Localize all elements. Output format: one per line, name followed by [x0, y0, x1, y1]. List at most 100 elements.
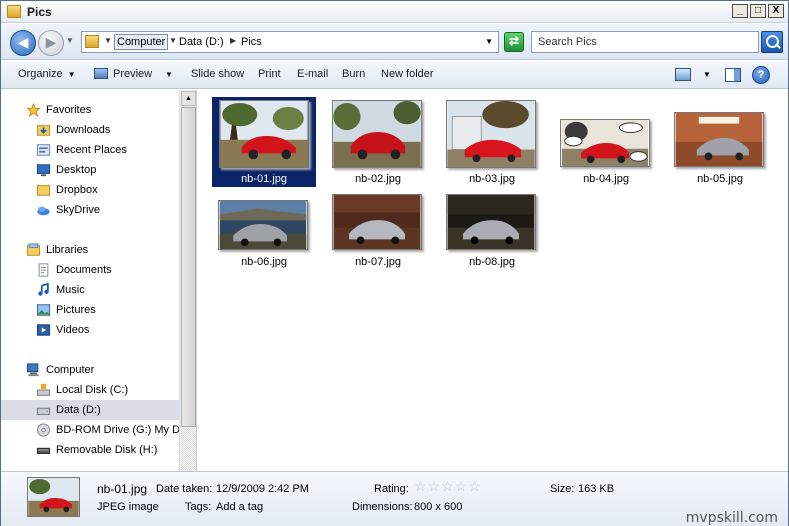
nav-bdrom-drive[interactable]: BD-ROM Drive (G:) My Dis	[1, 420, 188, 440]
nav-removable-disk[interactable]: Removable Disk (H:)	[1, 440, 179, 460]
organize-button[interactable]: Organize ▼	[18, 68, 76, 80]
address-history-chevron-down-icon[interactable]: ▼	[485, 37, 493, 46]
nav-downloads[interactable]: Downloads	[1, 120, 179, 140]
skydrive-icon	[37, 206, 50, 216]
nav-recent-places[interactable]: Recent Places	[1, 140, 179, 160]
print-button[interactable]: Print	[258, 68, 281, 80]
details-thumbnail	[27, 477, 80, 517]
search-placeholder: Search Pics	[538, 36, 597, 48]
nav-label: Favorites	[46, 104, 92, 116]
nav-desktop[interactable]: Desktop	[1, 160, 179, 180]
file-thumbnail-nb-03[interactable]: nb-03.jpg	[440, 97, 544, 187]
nav-label: Documents	[56, 264, 112, 276]
file-thumbnail-nb-08[interactable]: nb-08.jpg	[440, 187, 544, 277]
pictures-icon	[36, 304, 51, 316]
title-bar[interactable]: Pics _ □ X	[1, 1, 788, 23]
dimensions-value: 800 x 600	[414, 501, 463, 513]
nav-label: SkyDrive	[56, 204, 101, 216]
nav-label: Videos	[56, 324, 90, 336]
breadcrumb-pics[interactable]: Pics	[241, 35, 262, 49]
nav-label: Dropbox	[56, 184, 98, 196]
file-thumbnail-nb-02[interactable]: nb-02.jpg	[326, 97, 430, 187]
preview-button[interactable]: Preview	[94, 68, 152, 80]
photo-thumbnail	[446, 100, 536, 168]
window-controls: _ □ X	[732, 4, 784, 18]
nav-documents[interactable]: Documents	[1, 260, 179, 280]
star-icon[interactable]: ☆	[414, 478, 427, 495]
file-thumbnail-nb-06[interactable]: nb-06.jpg	[212, 187, 316, 277]
command-bar: Organize ▼ Preview ▼ Slide show Print E-m…	[1, 61, 788, 89]
removable-disk-icon	[36, 447, 51, 454]
chevron-right-icon[interactable]: ▼	[104, 36, 112, 45]
details-file-name: nb-01.jpg	[97, 482, 148, 496]
refresh-button[interactable]: ⇄	[504, 32, 524, 52]
chevron-right-icon[interactable]: ▶	[230, 36, 236, 45]
preview-icon	[94, 68, 108, 79]
back-button[interactable]: ◀	[10, 30, 36, 56]
nav-local-disk[interactable]: Local Disk (C:)	[1, 380, 179, 400]
breadcrumb-computer[interactable]: Computer	[114, 34, 169, 50]
dropbox-folder-icon	[36, 185, 51, 196]
videos-icon	[36, 324, 51, 336]
nav-label: Recent Places	[56, 144, 127, 156]
chevron-right-icon[interactable]: ▼	[169, 36, 177, 45]
tags-label: Tags:	[185, 501, 212, 513]
maximize-button[interactable]: □	[750, 4, 766, 18]
folder-icon	[85, 35, 99, 48]
nav-music[interactable]: Music	[1, 280, 179, 300]
date-taken-value[interactable]: 12/9/2009 2:42 PM	[216, 483, 309, 495]
nav-videos[interactable]: Videos	[1, 320, 179, 340]
help-icon[interactable]: ?	[752, 66, 770, 84]
search-icon[interactable]	[761, 31, 783, 53]
scroll-track[interactable]	[181, 428, 196, 470]
slideshow-button[interactable]: Slide show	[191, 68, 244, 80]
documents-icon	[38, 263, 49, 277]
file-thumbnail-nb-07[interactable]: nb-07.jpg	[326, 187, 430, 277]
file-name: nb-05.jpg	[697, 173, 743, 185]
minimize-button[interactable]: _	[732, 4, 748, 18]
email-button[interactable]: E-mail	[297, 68, 328, 80]
hard-drive-icon	[36, 407, 51, 415]
file-thumbnail-nb-04[interactable]: nb-04.jpg	[554, 97, 658, 187]
address-bar[interactable]: ▼ Computer ▼ Data (D:) ▶ Pics ▼	[81, 31, 499, 53]
recent-pages-chevron-down-icon[interactable]: ▼	[66, 36, 74, 45]
file-thumbnail-nb-01[interactable]: nb-01.jpg	[212, 97, 316, 187]
star-icon[interactable]: ☆	[428, 478, 441, 495]
nav-libraries[interactable]: Libraries	[1, 240, 179, 260]
change-view-icon[interactable]	[675, 68, 691, 81]
file-thumbnail-nb-05[interactable]: nb-05.jpg	[668, 97, 772, 187]
recent-places-icon	[36, 144, 51, 156]
watermark: mvpskill.com	[685, 510, 778, 526]
star-icon[interactable]: ☆	[441, 478, 454, 495]
nav-scrollbar[interactable]: ▲	[179, 90, 196, 471]
nav-dropbox[interactable]: Dropbox	[1, 180, 179, 200]
nav-label: Music	[56, 284, 85, 296]
rating-stars[interactable]: ☆☆☆☆☆	[414, 478, 482, 495]
dimensions-label: Dimensions:	[352, 501, 413, 513]
preview-pane-icon[interactable]	[725, 68, 741, 82]
organize-label: Organize	[18, 68, 63, 80]
search-input[interactable]: Search Pics	[531, 31, 759, 53]
nav-computer[interactable]: Computer	[1, 360, 179, 380]
forward-button[interactable]: ▶	[38, 30, 64, 56]
address-row: ◀ ▶ ▼ ▼ Computer ▼ Data (D:) ▶ Pics ▼ ⇄ …	[1, 24, 788, 60]
star-icon[interactable]: ☆	[455, 478, 468, 495]
burn-button[interactable]: Burn	[342, 68, 365, 80]
folder-icon	[7, 5, 21, 18]
nav-pictures[interactable]: Pictures	[1, 300, 179, 320]
star-icon[interactable]: ☆	[468, 478, 481, 495]
nav-favorites[interactable]: Favorites	[1, 100, 179, 120]
nav-skydrive[interactable]: SkyDrive	[1, 200, 179, 220]
file-list[interactable]: nb-01.jpg nb-02.jpg nb-03.jpg nb-04.jpg …	[198, 90, 788, 471]
new-folder-button[interactable]: New folder	[381, 68, 434, 80]
scroll-thumb[interactable]	[181, 107, 196, 427]
breadcrumb-data[interactable]: Data (D:)	[179, 35, 224, 49]
view-chevron-down-icon[interactable]: ▼	[703, 70, 711, 79]
nav-label: Data (D:)	[56, 404, 101, 416]
tags-value[interactable]: Add a tag	[216, 501, 263, 513]
nav-data-drive[interactable]: Data (D:)	[1, 400, 179, 420]
file-name: nb-01.jpg	[241, 173, 287, 185]
close-button[interactable]: X	[768, 4, 784, 18]
preview-dropdown[interactable]: ▼	[165, 68, 173, 80]
scroll-up-arrow-icon[interactable]: ▲	[181, 91, 196, 106]
